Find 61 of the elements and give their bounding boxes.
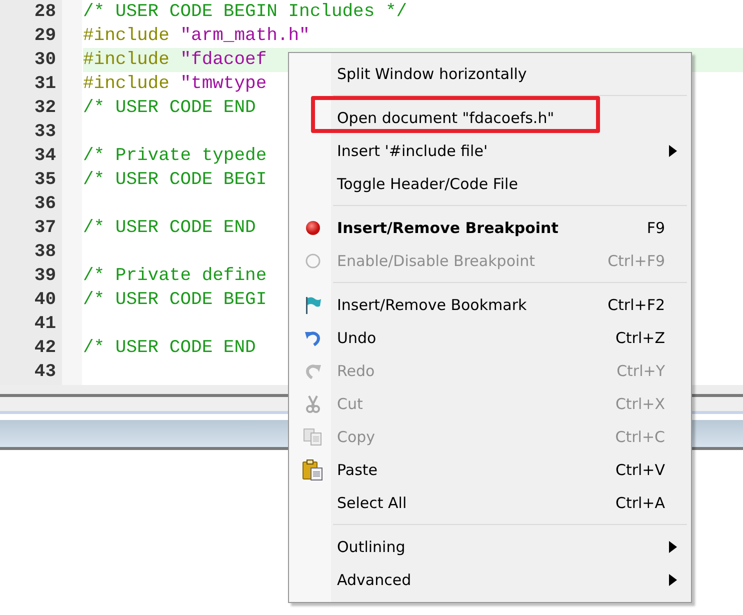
code-comment: /* Private define: [83, 266, 267, 286]
breakpoint-icon: [305, 220, 321, 236]
string-literal: "arm_math.h": [180, 26, 310, 46]
line-number: 40: [33, 290, 56, 310]
string-literal: "fdacoef: [180, 50, 267, 70]
menu-item[interactable]: Insert/Remove Breakpoint F9: [289, 211, 691, 244]
menu-item[interactable]: Advanced: [289, 563, 691, 596]
string-literal: "tmwtype: [180, 74, 267, 94]
code-comment: /* USER CODE BEGIN Includes */: [83, 2, 408, 22]
menu-item[interactable]: Open document "fdacoefs.h": [289, 101, 691, 134]
copy-icon: [303, 428, 323, 446]
line-number: 37: [33, 218, 56, 238]
code-comment: /* Private typede: [83, 146, 267, 166]
code-comment: /* USER CODE BEGI: [83, 170, 267, 190]
shortcut-text: F9: [646, 218, 665, 236]
clipboard-icon: [302, 458, 324, 480]
code-comment: /* USER CODE BEGI: [83, 290, 267, 310]
line-number: 33: [33, 122, 56, 142]
line-number: 28: [33, 2, 56, 22]
line-number: 41: [33, 314, 56, 334]
shortcut-text: Ctrl+X: [615, 394, 665, 412]
scissors-icon: [305, 394, 321, 412]
shortcut-text: Ctrl+Z: [615, 328, 665, 346]
shortcut-text: Ctrl+F9: [608, 252, 665, 270]
empty-circle-icon: [305, 252, 321, 268]
line-number: 34: [33, 146, 56, 166]
line-number: 30: [33, 50, 56, 70]
shortcut-text: Ctrl+V: [615, 460, 665, 478]
redo-icon: [304, 362, 322, 380]
line-number: 32: [33, 98, 56, 118]
submenu-arrow-icon: [669, 574, 677, 586]
line-number: 39: [33, 266, 56, 286]
shortcut-text: Ctrl+Y: [616, 362, 665, 380]
submenu-arrow-icon: [669, 540, 677, 552]
line-number: 35: [33, 170, 56, 190]
line-number: 36: [33, 194, 56, 214]
line-number: 43: [33, 362, 56, 382]
menu-item[interactable]: Insert/Remove Bookmark Ctrl+F2: [289, 288, 691, 321]
line-number: 38: [33, 242, 56, 262]
code-comment: /* USER CODE END: [83, 338, 256, 358]
line-number: 42: [33, 338, 56, 358]
preprocessor-directive: #include: [83, 50, 170, 70]
menu-item[interactable]: Select All Ctrl+A: [289, 486, 691, 519]
flag-icon: [303, 294, 323, 314]
menu-item[interactable]: Paste Ctrl+V: [289, 453, 691, 486]
code-comment: /* USER CODE END: [83, 218, 256, 238]
menu-item[interactable]: Split Window horizontally: [289, 57, 691, 90]
preprocessor-directive: #include: [83, 74, 170, 94]
menu-item[interactable]: Undo Ctrl+Z: [289, 321, 691, 354]
menu-item[interactable]: Toggle Header/Code File: [289, 167, 691, 200]
submenu-arrow-icon: [669, 144, 677, 156]
code-comment: /* USER CODE END: [83, 98, 256, 118]
shortcut-text: Ctrl+C: [615, 428, 665, 446]
menu-item[interactable]: Insert '#include file': [289, 134, 691, 167]
line-number: 31: [33, 74, 56, 94]
shortcut-text: Ctrl+A: [615, 494, 665, 512]
line-number: 29: [33, 26, 56, 46]
menu-item[interactable]: Outlining: [289, 530, 691, 563]
preprocessor-directive: #include: [83, 26, 170, 46]
shortcut-text: Ctrl+F2: [608, 296, 665, 314]
undo-icon: [304, 328, 322, 346]
